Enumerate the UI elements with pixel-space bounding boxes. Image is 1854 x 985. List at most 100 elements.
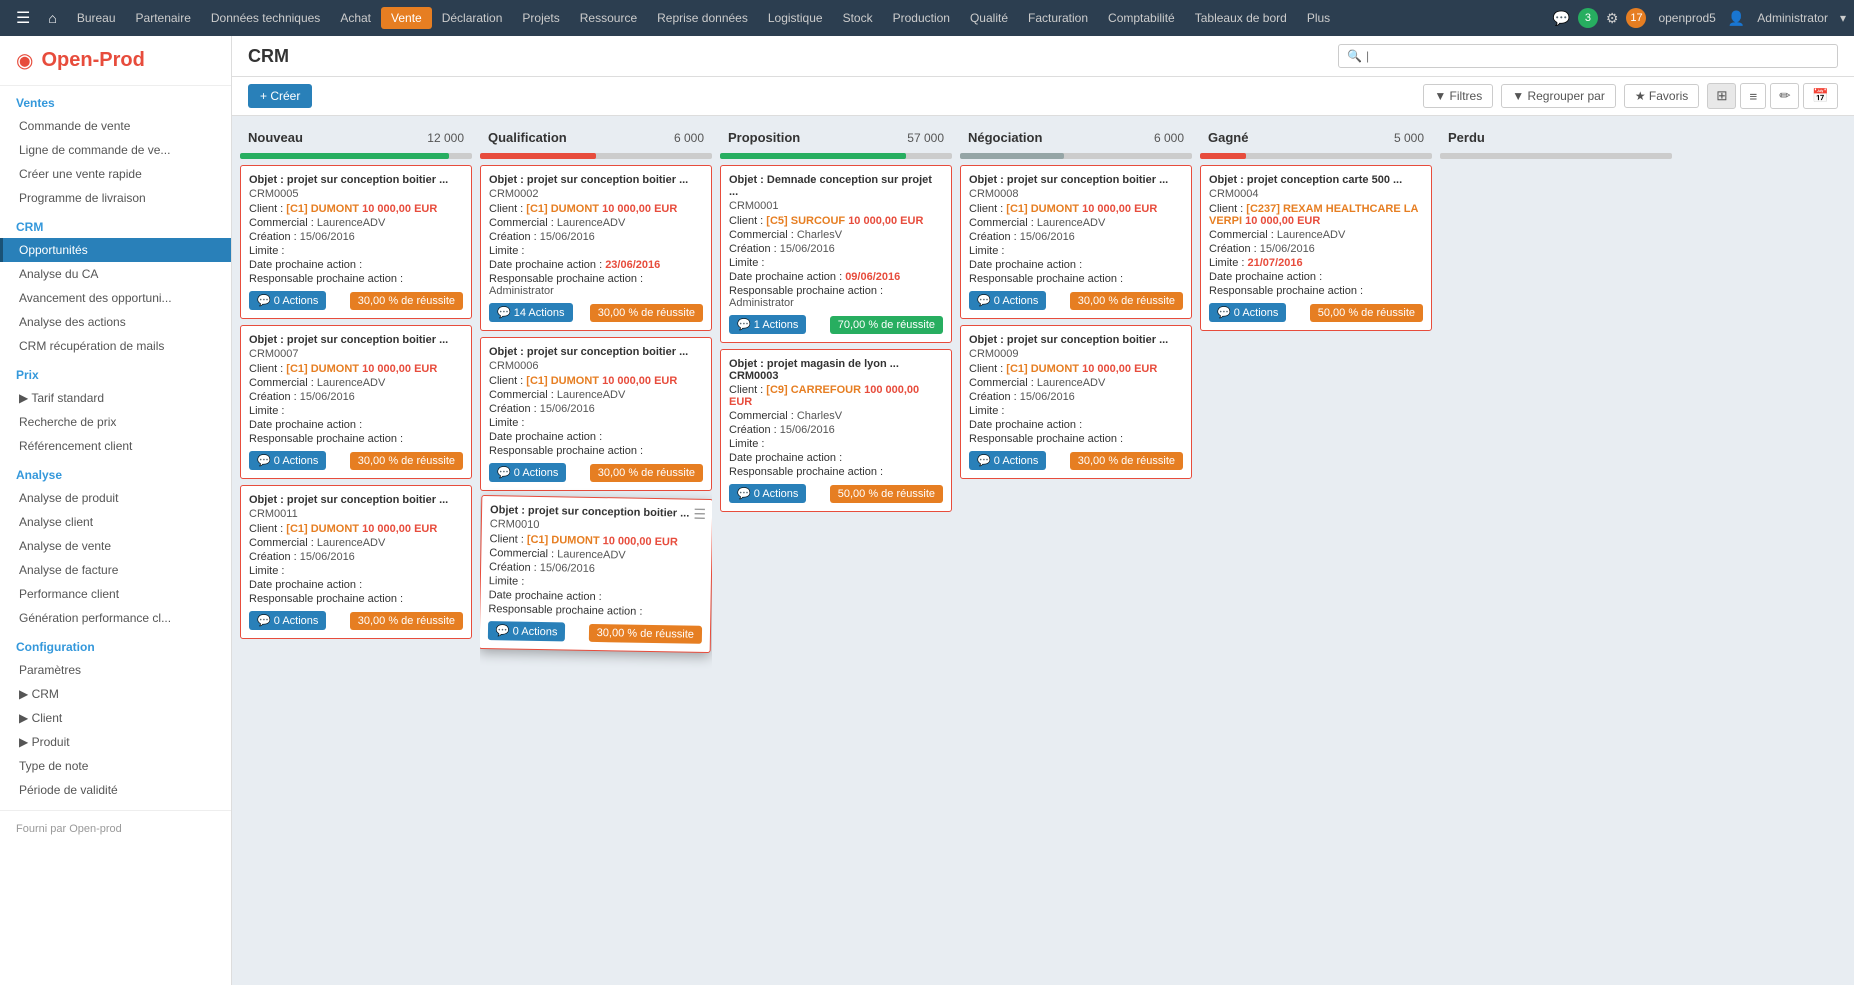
nav-item-logistique[interactable]: Logistique [758,7,833,29]
nav-item-achat[interactable]: Achat [330,7,381,29]
calendar-view-button[interactable]: 📅 [1803,83,1838,109]
sidebar-item-g-n-ration-performance-cl[interactable]: Génération performance cl... [0,606,231,630]
kanban-card-crm0007[interactable]: Objet : projet sur conception boitier ..… [240,325,472,479]
nav-item-reprise-données[interactable]: Reprise données [647,7,758,29]
success-button-crm0005[interactable]: 30,00 % de réussite [350,292,463,310]
success-button-crm0002[interactable]: 30,00 % de réussite [590,304,703,322]
settings-badge[interactable]: 17 [1626,8,1646,28]
cards-container-nouveau: Objet : projet sur conception boitier ..… [240,165,472,977]
sidebar-item-crm-r-cup-ration-de-mails[interactable]: CRM récupération de mails [0,334,231,358]
nav-item-facturation[interactable]: Facturation [1018,7,1098,29]
actions-button-crm0008[interactable]: 💬 0 Actions [969,291,1046,310]
success-button-crm0009[interactable]: 30,00 % de réussite [1070,452,1183,470]
sidebar-item-analyse-client[interactable]: Analyse client [0,510,231,534]
col-progress-bar-nouveau [240,153,449,159]
nav-items: BureauPartenaireDonnées techniquesAchatV… [67,11,1340,25]
sidebar-item-commande-de-vente[interactable]: Commande de vente [0,114,231,138]
username[interactable]: openprod5 [1654,7,1719,29]
actions-button-crm0011[interactable]: 💬 0 Actions [249,611,326,630]
sidebar-item-client[interactable]: ▶ Client [0,706,231,730]
nav-item-qualité[interactable]: Qualité [960,7,1018,29]
success-button-crm0010_dragging[interactable]: 30,00 % de réussite [589,623,703,643]
kanban-card-crm0008[interactable]: Objet : projet sur conception boitier ..… [960,165,1192,319]
kanban-card-crm0009[interactable]: Objet : projet sur conception boitier ..… [960,325,1192,479]
sidebar-item-performance-client[interactable]: Performance client [0,582,231,606]
sidebar-item-p-riode-de-validit[interactable]: Période de validité [0,778,231,802]
card-menu-icon[interactable]: ☰ [693,506,706,523]
card-client-crm0002: Client : [C1] DUMONT 10 000,00 EUR [489,203,703,215]
messages-icon[interactable]: 💬 [1552,10,1569,27]
nav-item-projets[interactable]: Projets [512,7,569,29]
success-button-crm0006[interactable]: 30,00 % de réussite [590,464,703,482]
kanban-card-crm0005[interactable]: Objet : projet sur conception boitier ..… [240,165,472,319]
actions-button-crm0005[interactable]: 💬 0 Actions [249,291,326,310]
actions-button-crm0006[interactable]: 💬 0 Actions [489,463,566,482]
kanban-card-crm0004[interactable]: Objet : projet conception carte 500 ...C… [1200,165,1432,331]
nav-item-données-techniques[interactable]: Données techniques [201,7,330,29]
nav-item-déclaration[interactable]: Déclaration [432,7,513,29]
sidebar-item-crm[interactable]: ▶ CRM [0,682,231,706]
list-view-button[interactable]: ≡ [1740,83,1766,109]
favorites-button[interactable]: ★ Favoris [1624,84,1699,108]
card-commercial-crm0005: Commercial : LaurenceADV [249,217,463,229]
actions-button-crm0009[interactable]: 💬 0 Actions [969,451,1046,470]
success-button-crm0008[interactable]: 30,00 % de réussite [1070,292,1183,310]
search-input[interactable] [1366,49,1829,63]
sidebar-item-r-f-rencement-client[interactable]: Référencement client [0,434,231,458]
nav-item-vente[interactable]: Vente [381,7,432,29]
sidebar-item-avancement-des-opportuni[interactable]: Avancement des opportuni... [0,286,231,310]
settings-icon[interactable]: ⚙ [1606,10,1619,27]
nav-item-plus[interactable]: Plus [1297,7,1340,29]
filter-button[interactable]: ▼ Filtres [1423,84,1493,108]
kanban-card-crm0002[interactable]: Objet : projet sur conception boitier ..… [480,165,712,331]
sidebar-item-analyse-de-vente[interactable]: Analyse de vente [0,534,231,558]
actions-button-crm0001[interactable]: 💬 1 Actions [729,315,806,334]
actions-button-crm0010_dragging[interactable]: 💬 0 Actions [488,621,566,641]
actions-button-crm0004[interactable]: 💬 0 Actions [1209,303,1286,322]
create-button[interactable]: + Créer [248,84,312,108]
admin-dropdown-icon[interactable]: ▾ [1840,11,1846,25]
sidebar-item-analyse-de-produit[interactable]: Analyse de produit [0,486,231,510]
sidebar-item-analyse-du-ca[interactable]: Analyse du CA [0,262,231,286]
success-button-crm0003[interactable]: 50,00 % de réussite [830,485,943,503]
sidebar-item-recherche-de-prix[interactable]: Recherche de prix [0,410,231,434]
kanban-card-crm0003[interactable]: Objet : projet magasin de lyon ... CRM00… [720,349,952,512]
nav-item-bureau[interactable]: Bureau [67,7,126,29]
sidebar-item-cr-er-une-vente-rapide[interactable]: Créer une vente rapide [0,162,231,186]
actions-button-crm0003[interactable]: 💬 0 Actions [729,484,806,503]
sidebar-item-param-tres[interactable]: Paramètres [0,658,231,682]
nav-item-tableaux-de-bord[interactable]: Tableaux de bord [1185,7,1297,29]
nav-item-ressource[interactable]: Ressource [570,7,647,29]
success-button-crm0001[interactable]: 70,00 % de réussite [830,316,943,334]
sidebar-item-analyse-de-facture[interactable]: Analyse de facture [0,558,231,582]
edit-view-button[interactable]: ✏ [1770,83,1799,109]
sidebar-item-tarif-standard[interactable]: ▶ Tarif standard [0,386,231,410]
sidebar-item-analyse-des-actions[interactable]: Analyse des actions [0,310,231,334]
kanban-card-crm0011[interactable]: Objet : projet sur conception boitier ..… [240,485,472,639]
success-button-crm0011[interactable]: 30,00 % de réussite [350,612,463,630]
home-icon[interactable]: ⌂ [40,6,64,30]
kanban-card-crm0006[interactable]: Objet : projet sur conception boitier ..… [480,337,712,491]
kanban-card-crm0001[interactable]: Objet : Demnade conception sur projet ..… [720,165,952,343]
sidebar-item-opportunit-s[interactable]: Opportunités [0,238,231,262]
nav-item-comptabilité[interactable]: Comptabilité [1098,7,1185,29]
group-button[interactable]: ▼ Regrouper par [1501,84,1616,108]
sidebar-item-ligne-de-commande-de-ve[interactable]: Ligne de commande de ve... [0,138,231,162]
messages-badge[interactable]: 3 [1578,8,1598,28]
sidebar-item-produit[interactable]: ▶ Produit [0,730,231,754]
nav-item-production[interactable]: Production [883,7,960,29]
sidebar-item-programme-de-livraison[interactable]: Programme de livraison [0,186,231,210]
actions-button-crm0007[interactable]: 💬 0 Actions [249,451,326,470]
card-resp-action-crm0005: Responsable prochaine action : [249,273,463,285]
hamburger-icon[interactable]: ☰ [8,4,38,32]
nav-item-partenaire[interactable]: Partenaire [126,7,201,29]
kanban-view-button[interactable]: ⊞ [1707,83,1736,109]
success-button-crm0007[interactable]: 30,00 % de réussite [350,452,463,470]
kanban-card-crm0010_dragging[interactable]: ☰Objet : projet sur conception boitier .… [480,495,712,653]
admin-label[interactable]: Administrator [1753,7,1832,29]
search-box[interactable]: 🔍 [1338,44,1838,68]
success-button-crm0004[interactable]: 50,00 % de réussite [1310,304,1423,322]
sidebar-item-type-de-note[interactable]: Type de note [0,754,231,778]
actions-button-crm0002[interactable]: 💬 14 Actions [489,303,573,322]
nav-item-stock[interactable]: Stock [833,7,883,29]
